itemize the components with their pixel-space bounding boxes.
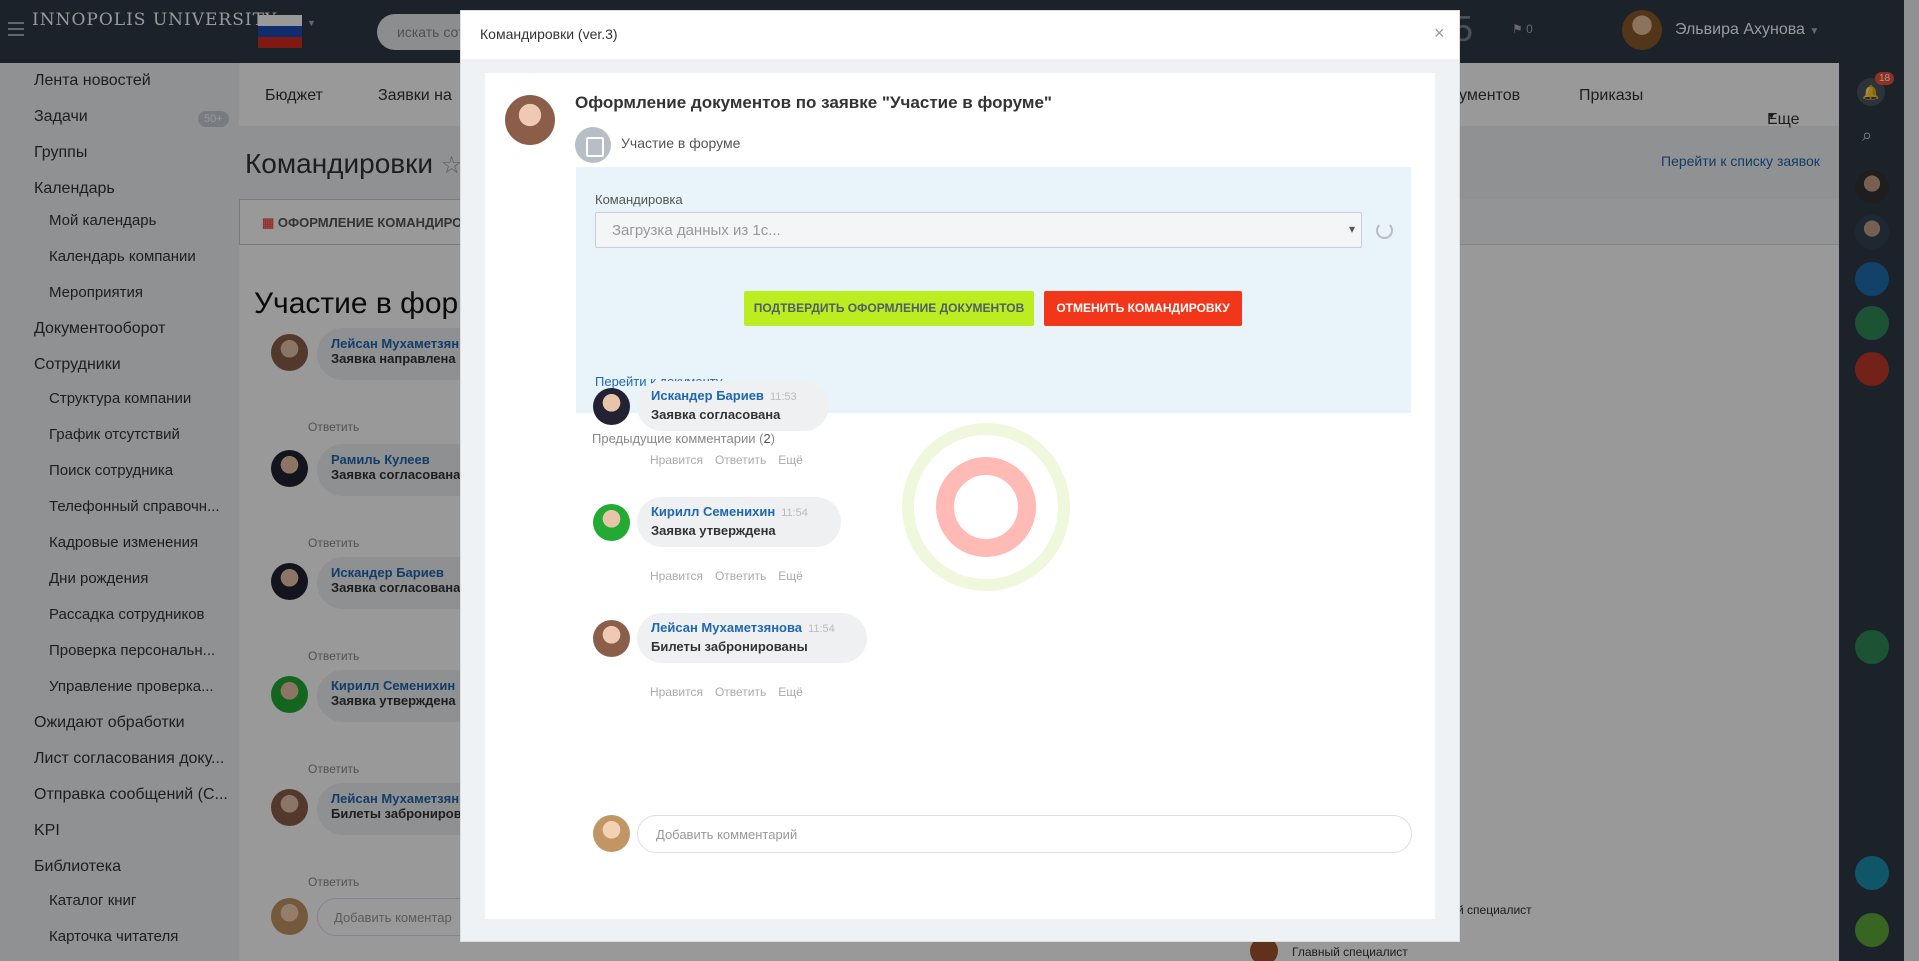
loading-indicator [902, 423, 1070, 591]
reply-button[interactable]: Ответить [715, 453, 766, 467]
like-button[interactable]: Нравится [650, 569, 703, 583]
post-subtitle: Участие в форуме [621, 135, 741, 151]
comment-text: Заявка согласована [651, 407, 781, 422]
loading-icon [1376, 222, 1393, 239]
loading-ring [936, 457, 1036, 557]
modal-body: Оформление документов по заявке "Участие… [485, 73, 1435, 919]
modal-dialog: Командировки (ver.3) × Оформление докуме… [460, 10, 1460, 942]
comment-text: Билеты забронированы [651, 639, 808, 654]
comment-actions: Нравится Ответить Ещё [650, 685, 815, 699]
field-label: Командировка [595, 192, 683, 207]
avatar [593, 815, 630, 852]
reply-button[interactable]: Ответить [715, 685, 766, 699]
modal-title: Командировки (ver.3) [480, 26, 618, 42]
comment-author[interactable]: Кирилл Семенихин [651, 504, 775, 519]
add-comment-input[interactable]: Добавить комментарий [637, 815, 1412, 853]
comment-bubble: Кирилл Семенихин 11:54 Заявка утверждена [637, 497, 841, 547]
cancel-trip-button[interactable]: ОТМЕНИТЬ КОМАНДИРОВКУ [1044, 291, 1242, 326]
previous-comments[interactable]: Предыдущие комментарии (2) [592, 431, 775, 446]
avatar[interactable] [593, 504, 630, 541]
comment-time: 11:54 [781, 507, 808, 519]
modal-header: Командировки (ver.3) × [461, 11, 1459, 59]
trip-select[interactable]: Загрузка данных из 1с... [595, 212, 1362, 248]
comment-time: 11:53 [769, 391, 797, 403]
comment-actions: Нравится Ответить Ещё [650, 569, 815, 583]
like-button[interactable]: Нравится [650, 453, 703, 467]
previous-comments-count: 2 [763, 431, 771, 446]
avatar[interactable] [593, 620, 630, 657]
close-icon[interactable]: × [1434, 23, 1445, 44]
comment-text: Заявка утверждена [651, 523, 776, 538]
avatar[interactable] [593, 388, 630, 425]
previous-comments-label: Предыдущие комментарии [592, 431, 756, 446]
more-button[interactable]: Ещё [778, 453, 803, 467]
comment-bubble: Лейсан Мухаметзянова 11:54 Билеты забронир… [637, 613, 867, 663]
more-button[interactable]: Ещё [778, 569, 803, 583]
trip-panel: Командировка Загрузка данных из 1с... ПО… [576, 167, 1411, 413]
comment-actions: Нравится Ответить Ещё [650, 453, 815, 467]
more-button[interactable]: Ещё [778, 685, 803, 699]
comment-bubble: Искандер Бариев 11:53 Заявка согласована [637, 381, 829, 431]
comment-author[interactable]: Искандер Бариев [651, 388, 764, 403]
post-title: Оформление документов по заявке "Участие… [575, 93, 1052, 112]
like-button[interactable]: Нравится [650, 685, 703, 699]
avatar [505, 95, 555, 145]
reply-button[interactable]: Ответить [715, 569, 766, 583]
comment-time: 11:54 [808, 623, 835, 635]
document-icon [575, 127, 611, 163]
comment-author[interactable]: Лейсан Мухаметзянова [651, 620, 802, 635]
confirm-documents-button[interactable]: ПОДТВЕРДИТЬ ОФОРМЛЕНИЕ ДОКУМЕНТОВ [744, 291, 1034, 326]
